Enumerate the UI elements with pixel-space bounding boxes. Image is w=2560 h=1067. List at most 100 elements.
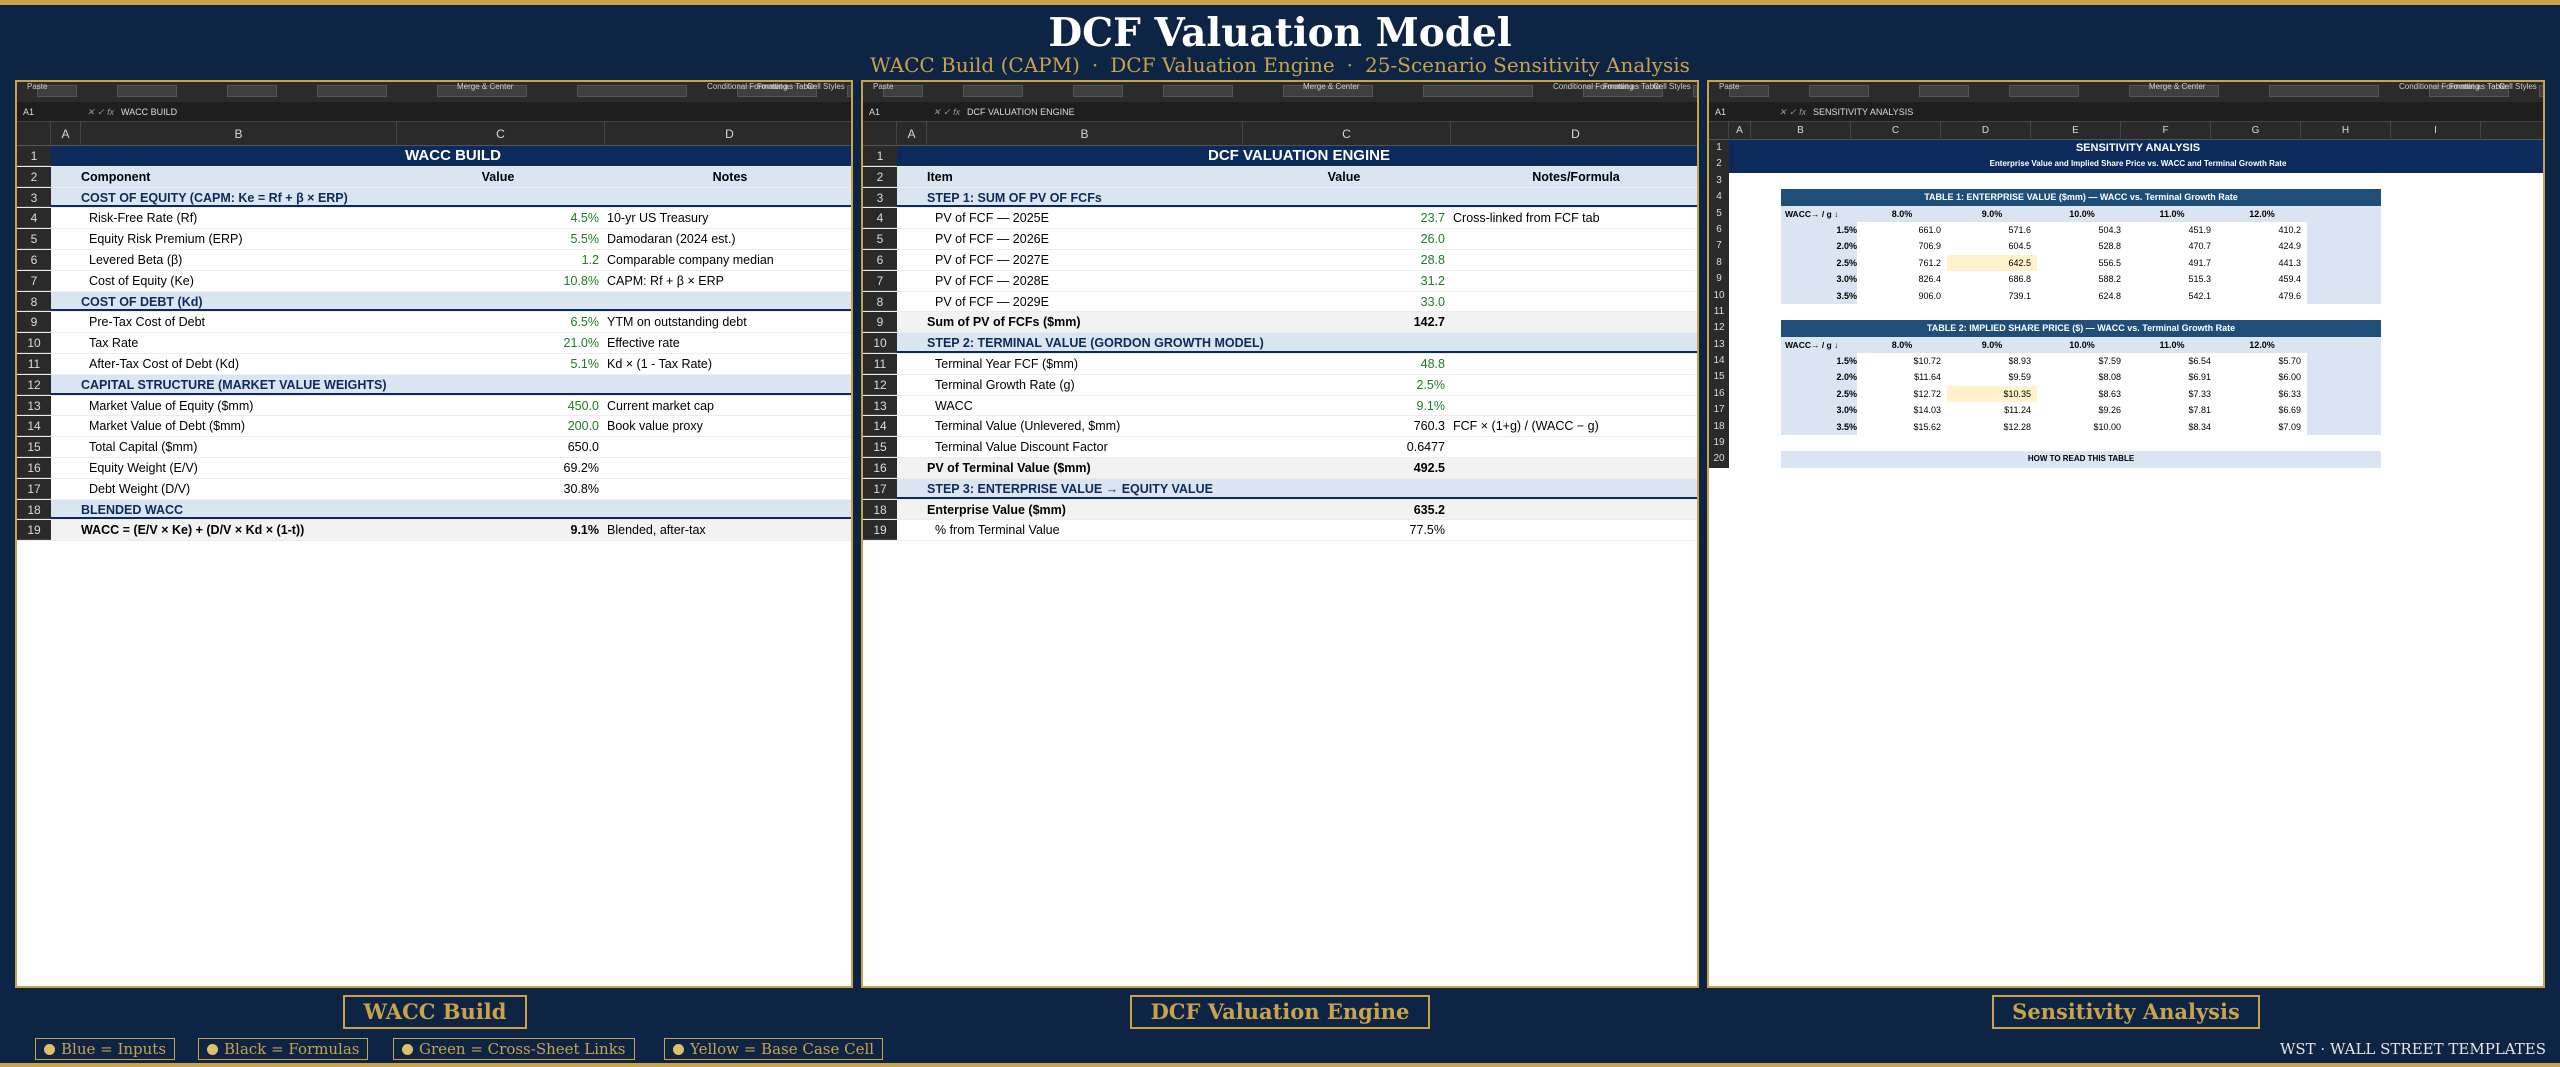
ribbon-label-merge[interactable]: Merge & Center xyxy=(2149,82,2205,91)
sensitivity-value-cell[interactable]: 470.7 xyxy=(2127,238,2217,255)
growth-row-header[interactable]: 3.0% xyxy=(1781,402,1857,418)
row-number[interactable]: 16 xyxy=(863,457,897,478)
ribbon-label-cell-styles[interactable]: Cell Styles xyxy=(807,82,845,91)
sensitivity-value-cell[interactable]: 504.3 xyxy=(2037,221,2127,239)
note-cell[interactable]: Damodaran (2024 est.) xyxy=(607,229,851,249)
column-header-c[interactable]: C xyxy=(397,122,605,146)
row-number[interactable]: 16 xyxy=(17,457,51,478)
value-cell[interactable]: 4.5% xyxy=(397,208,600,228)
label-cell[interactable]: STEP 2: TERMINAL VALUE (GORDON GROWTH MO… xyxy=(927,333,1347,353)
sensitivity-value-cell[interactable]: 906.0 xyxy=(1857,287,1947,304)
sensitivity-value-cell[interactable]: 528.8 xyxy=(2037,238,2127,255)
sensitivity-value-cell[interactable]: 441.3 xyxy=(2217,254,2307,272)
row-number[interactable]: 7 xyxy=(17,270,51,291)
ribbon-label-merge[interactable]: Merge & Center xyxy=(457,82,513,91)
note-cell[interactable]: FCF × (1+g) / (WACC − g) xyxy=(1453,416,1697,436)
sensitivity-value-cell[interactable]: $11.24 xyxy=(1947,402,2037,419)
ribbon-button[interactable] xyxy=(227,85,277,97)
row-number[interactable]: 4 xyxy=(1709,189,1729,206)
note-cell[interactable]: Effective rate xyxy=(607,333,851,353)
row-number[interactable]: 4 xyxy=(17,208,51,229)
note-cell[interactable]: Current market cap xyxy=(607,396,851,416)
row-number[interactable]: 14 xyxy=(1709,353,1729,370)
value-cell[interactable]: 142.7 xyxy=(1243,312,1445,332)
wacc-column-header[interactable]: 10.0% xyxy=(2037,206,2127,222)
ribbon-button[interactable] xyxy=(2539,85,2543,97)
formula-input[interactable]: WACC BUILD xyxy=(121,102,177,122)
row-number[interactable]: 15 xyxy=(1709,369,1729,386)
sensitivity-value-cell[interactable]: $8.93 xyxy=(1947,353,2037,370)
label-cell[interactable]: COST OF DEBT (Kd) xyxy=(81,292,501,312)
sensitivity-value-cell[interactable]: $6.54 xyxy=(2127,353,2217,370)
row-number[interactable]: 19 xyxy=(17,520,51,541)
row-number[interactable]: 15 xyxy=(17,437,51,457)
row-number[interactable]: 6 xyxy=(17,249,51,270)
row-number[interactable]: 9 xyxy=(17,312,51,333)
wacc-column-header[interactable]: 8.0% xyxy=(1857,337,1947,353)
value-cell[interactable]: 21.0% xyxy=(397,333,599,353)
ribbon-label-format-table[interactable]: Format as Table xyxy=(2449,82,2506,91)
select-all-corner[interactable] xyxy=(863,122,897,146)
ribbon-button[interactable] xyxy=(1073,85,1123,97)
growth-row-header[interactable]: 2.5% xyxy=(1781,255,1857,271)
sensitivity-value-cell[interactable]: 542.1 xyxy=(2127,287,2217,304)
row-number[interactable]: 18 xyxy=(17,499,51,520)
growth-row-header[interactable]: 3.5% xyxy=(1781,288,1857,304)
sensitivity-value-cell[interactable]: $12.28 xyxy=(1947,418,2037,436)
ribbon-button[interactable] xyxy=(1809,85,1869,97)
value-cell[interactable]: 28.8 xyxy=(1243,250,1445,270)
sensitivity-value-cell[interactable]: 459.4 xyxy=(2217,271,2307,288)
value-cell[interactable]: 2.5% xyxy=(1243,375,1446,395)
label-cell[interactable]: STEP 1: SUM OF PV OF FCFs xyxy=(927,188,1347,208)
formula-input[interactable]: SENSITIVITY ANALYSIS xyxy=(1813,102,1913,122)
tab-dcf-valuation-engine[interactable]: DCF Valuation Engine xyxy=(1130,995,1430,1029)
row-number[interactable]: 3 xyxy=(1709,172,1729,190)
row-number[interactable]: 5 xyxy=(1709,205,1729,222)
ribbon-label-paste[interactable]: Paste xyxy=(27,82,47,91)
ribbon-button[interactable] xyxy=(1693,85,1697,97)
sensitivity-value-cell[interactable]: $6.00 xyxy=(2217,369,2307,386)
sheet-subtitle-cell[interactable]: Enterprise Value and Implied Share Price… xyxy=(1729,156,2543,173)
value-cell[interactable]: 26.0 xyxy=(1243,229,1445,249)
label-cell[interactable]: CAPITAL STRUCTURE (MARKET VALUE WEIGHTS) xyxy=(81,375,501,395)
wacc-column-header[interactable]: 12.0% xyxy=(2217,337,2307,353)
tab-wacc-build[interactable]: WACC Build xyxy=(343,995,527,1029)
column-header-c[interactable]: C xyxy=(1851,122,1941,140)
row-number[interactable]: 13 xyxy=(1709,336,1729,354)
row-number[interactable]: 18 xyxy=(1709,418,1729,436)
cell-reference-box[interactable]: A1 xyxy=(1715,102,1726,122)
sensitivity-value-cell[interactable]: 515.3 xyxy=(2127,271,2217,288)
row-number[interactable]: 6 xyxy=(1709,221,1729,239)
column-header-a[interactable]: A xyxy=(897,122,927,146)
table2-title[interactable]: TABLE 2: IMPLIED SHARE PRICE ($) — WACC … xyxy=(1781,320,2381,337)
column-header-a[interactable]: A xyxy=(1729,122,1751,140)
value-cell[interactable]: Value xyxy=(1243,167,1445,187)
row-number[interactable]: 5 xyxy=(863,229,897,249)
row-number[interactable]: 20 xyxy=(1709,451,1729,468)
row-number[interactable]: 14 xyxy=(17,416,51,437)
sensitivity-value-cell[interactable]: 571.6 xyxy=(1947,221,2037,239)
sensitivity-value-cell[interactable]: 706.9 xyxy=(1857,238,1947,255)
row-number[interactable]: 13 xyxy=(17,395,51,416)
sensitivity-value-cell[interactable]: 826.4 xyxy=(1857,271,1947,288)
label-cell[interactable]: COST OF EQUITY (CAPM: Ke = Rf + β × ERP) xyxy=(81,188,501,208)
sensitivity-value-cell[interactable]: 624.8 xyxy=(2037,287,2127,304)
ribbon-label-paste[interactable]: Paste xyxy=(1719,82,1739,91)
value-cell[interactable]: 33.0 xyxy=(1243,292,1445,312)
sheet-title-cell[interactable]: SENSITIVITY ANALYSIS xyxy=(1729,140,2543,157)
column-header-h[interactable]: H xyxy=(2301,122,2391,140)
column-header-a[interactable]: A xyxy=(51,122,81,146)
column-header-g[interactable]: G xyxy=(2211,122,2301,140)
value-cell[interactable]: 30.8% xyxy=(397,479,599,499)
row-number[interactable]: 19 xyxy=(1709,435,1729,452)
column-header-i[interactable]: I xyxy=(2391,122,2481,140)
ribbon-label-format-table[interactable]: Format as Table xyxy=(757,82,814,91)
sensitivity-value-cell[interactable]: $7.59 xyxy=(2037,353,2127,370)
row-number[interactable]: 15 xyxy=(863,437,897,457)
sensitivity-value-cell[interactable]: $6.91 xyxy=(2127,369,2217,386)
note-cell[interactable]: Book value proxy xyxy=(607,416,851,436)
column-header-b[interactable]: B xyxy=(1751,122,1851,140)
ribbon-button[interactable] xyxy=(1163,85,1233,97)
row-number[interactable]: 11 xyxy=(1709,303,1729,321)
ribbon-button[interactable] xyxy=(577,85,687,97)
